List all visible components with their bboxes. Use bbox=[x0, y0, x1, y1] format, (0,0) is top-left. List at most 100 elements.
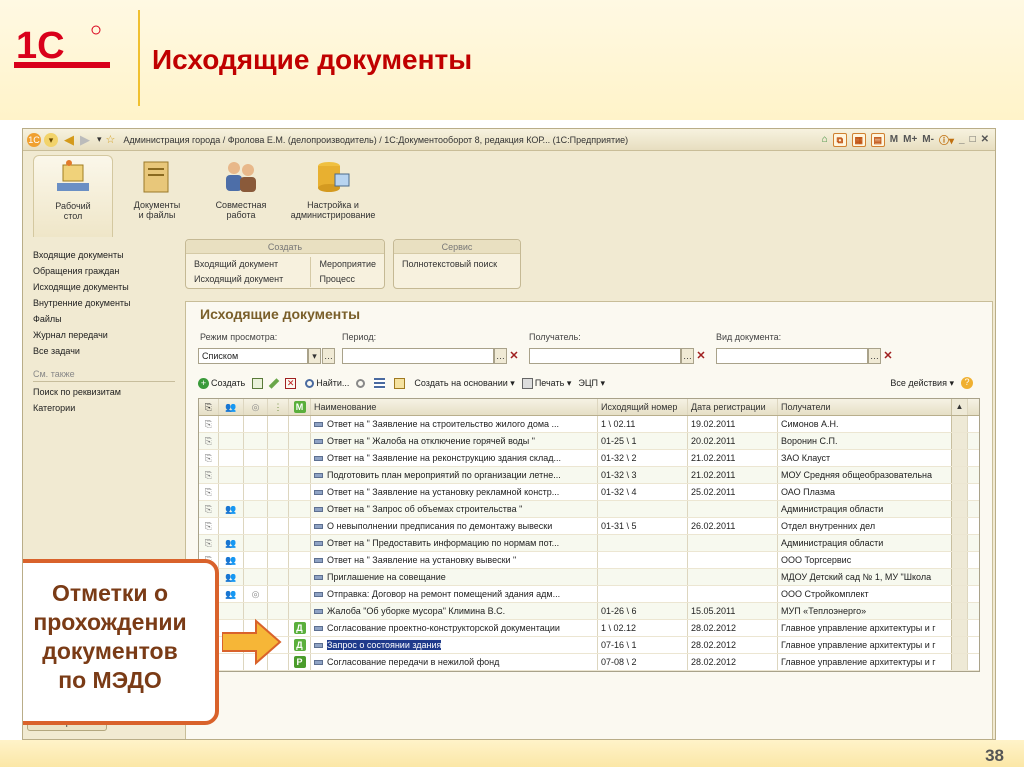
period-field[interactable] bbox=[342, 348, 494, 364]
main-menu-icon[interactable]: ▾ bbox=[44, 132, 58, 147]
help-icon[interactable]: ⓘ▾ bbox=[939, 132, 954, 147]
scrollbar-track[interactable] bbox=[951, 535, 968, 551]
recipient-clear-icon[interactable]: ✕ bbox=[695, 348, 707, 364]
table-row[interactable]: ⎘ Ответ на " Заявление на установку рекла… bbox=[199, 484, 979, 501]
all-actions-button[interactable]: Все действия ▾ bbox=[890, 378, 954, 389]
scrollbar-track[interactable] bbox=[951, 620, 968, 636]
period-more-button[interactable]: … bbox=[494, 348, 507, 364]
calculator-icon[interactable]: ▦ bbox=[851, 132, 866, 147]
table-row[interactable]: ⎘Жалоба "Об уборке мусора" Климина В.С.0… bbox=[199, 603, 979, 620]
scrollbar-track[interactable] bbox=[951, 569, 968, 585]
tree-column-icon[interactable]: ⋮ bbox=[268, 399, 289, 415]
view-mode-more-button[interactable]: … bbox=[322, 348, 335, 364]
doctype-more-button[interactable]: … bbox=[868, 348, 881, 364]
recipient-more-button[interactable]: … bbox=[681, 348, 694, 364]
nav-item-all-tasks[interactable]: Все задачи bbox=[33, 343, 175, 359]
ecp-button[interactable]: ЭЦП ▾ bbox=[578, 378, 605, 389]
nav-item-transfer-log[interactable]: Журнал передачи bbox=[33, 327, 175, 343]
create-event-link[interactable]: Мероприятие bbox=[319, 257, 376, 272]
scrollbar-track[interactable] bbox=[951, 450, 968, 466]
table-row[interactable]: ⎘ДЗапрос о состоянии здания07-16 \ 128.0… bbox=[199, 637, 979, 654]
scrollbar-track[interactable] bbox=[951, 501, 968, 517]
nav-item-citizens[interactable]: Обращения граждан bbox=[33, 263, 175, 279]
mail-button[interactable] bbox=[394, 377, 407, 389]
memory-m-button[interactable]: M bbox=[890, 134, 898, 145]
table-row[interactable]: ⎘ Ответ на " Жалоба на отключение горячей… bbox=[199, 433, 979, 450]
reg-date-column-header[interactable]: Дата регистрации bbox=[688, 399, 778, 415]
delete-button[interactable]: ✕ bbox=[285, 377, 298, 389]
memory-plus-button[interactable]: M+ bbox=[903, 134, 917, 145]
list-button[interactable] bbox=[374, 377, 387, 389]
table-row[interactable]: ⎘ Ответ на " Заявление на реконструкцию з… bbox=[199, 450, 979, 467]
section-admin[interactable]: Настройка и администрирование bbox=[285, 155, 381, 235]
edit-button[interactable] bbox=[268, 377, 280, 389]
table-row[interactable]: ⎘👥Приглашение на совещаниеМДОУ Детский с… bbox=[199, 569, 979, 586]
doctype-field[interactable] bbox=[716, 348, 868, 364]
scrollbar-track[interactable] bbox=[951, 484, 968, 500]
section-desktop[interactable]: Рабочий стол bbox=[33, 155, 113, 237]
out-number-column-header[interactable]: Исходящий номер bbox=[598, 399, 688, 415]
nav-item-search-requisites[interactable]: Поиск по реквизитам bbox=[33, 384, 175, 400]
copy-button[interactable] bbox=[252, 377, 265, 389]
find-button[interactable]: Найти... bbox=[305, 378, 349, 388]
nav-item-files[interactable]: Файлы bbox=[33, 311, 175, 327]
scrollbar-track[interactable] bbox=[951, 416, 968, 432]
forward-arrow-icon[interactable]: ▶ bbox=[80, 132, 90, 148]
create-button[interactable]: + Создать bbox=[198, 377, 245, 389]
table-row[interactable]: ⎘ Ответ на " Заявление на строительство ж… bbox=[199, 416, 979, 433]
create-outgoing-link[interactable]: Исходящий документ bbox=[194, 272, 310, 287]
memory-minus-button[interactable]: M- bbox=[922, 134, 934, 145]
create-incoming-link[interactable]: Входящий документ bbox=[194, 257, 310, 272]
scrollbar-track[interactable] bbox=[951, 518, 968, 534]
fulltext-search-link[interactable]: Полнотекстовый поиск bbox=[394, 254, 520, 275]
table-row[interactable]: ⎘ 👥 Ответ на " Предоставить информацию по … bbox=[199, 535, 979, 552]
cancel-search-button[interactable] bbox=[356, 378, 367, 388]
favorites-star-icon[interactable]: ☆ bbox=[106, 133, 116, 146]
table-row[interactable]: ⎘ДСогласование проектно-конструкторской … bbox=[199, 620, 979, 637]
nav-item-categories[interactable]: Категории bbox=[33, 400, 175, 416]
view-mode-select[interactable]: Списком bbox=[198, 348, 308, 364]
view-mode-dropdown-icon[interactable]: ▾ bbox=[308, 348, 321, 364]
table-row[interactable]: ⎘ Подготовить план мероприятий по организ… bbox=[199, 467, 979, 484]
calendar-icon[interactable]: ▤ bbox=[870, 132, 885, 147]
maximize-button[interactable]: □ bbox=[970, 134, 976, 145]
scrollbar-track[interactable] bbox=[951, 467, 968, 483]
table-row[interactable]: ⎘РСогласование передачи в нежилой фонд07… bbox=[199, 654, 979, 671]
section-collaboration[interactable]: Совместная работа bbox=[201, 155, 281, 235]
name-column-header[interactable]: Наименование bbox=[311, 399, 598, 415]
period-clear-icon[interactable]: ✕ bbox=[508, 348, 520, 364]
help-button[interactable]: ? bbox=[961, 377, 975, 389]
print-button[interactable]: Печать ▾ bbox=[521, 377, 571, 389]
create-based-button[interactable]: Создать на основании ▾ bbox=[414, 378, 514, 389]
copy-icon[interactable]: ⧉ bbox=[832, 132, 847, 147]
scrollbar-track[interactable] bbox=[951, 433, 968, 449]
close-button[interactable]: ✕ bbox=[981, 134, 989, 145]
history-dropdown-icon[interactable]: ▾ bbox=[97, 134, 102, 145]
table-row[interactable]: ⎘ 👥 Ответ на " Запрос об объемах строитель… bbox=[199, 501, 979, 518]
circle-column-icon[interactable]: ◎ bbox=[244, 399, 268, 415]
recipient-field[interactable] bbox=[529, 348, 681, 364]
m-column-header[interactable]: M bbox=[289, 399, 311, 415]
doctype-clear-icon[interactable]: ✕ bbox=[882, 348, 894, 364]
scrollbar-up-button[interactable]: ▲ bbox=[951, 399, 968, 415]
nav-item-incoming[interactable]: Входящие документы bbox=[33, 247, 175, 263]
minimize-button[interactable]: _ bbox=[959, 134, 965, 145]
scrollbar-track[interactable] bbox=[951, 654, 968, 670]
back-arrow-icon[interactable]: ◀ bbox=[64, 132, 74, 148]
nav-item-outgoing[interactable]: Исходящие документы bbox=[33, 279, 175, 295]
section-documents[interactable]: Документы и файлы bbox=[117, 155, 197, 235]
scrollbar-track[interactable] bbox=[951, 603, 968, 619]
recipients-column-header[interactable]: Получатели bbox=[778, 399, 951, 415]
nav-item-internal[interactable]: Внутренние документы bbox=[33, 295, 175, 311]
table-row[interactable]: ⎘👥◎Отправка: Договор на ремонт помещений… bbox=[199, 586, 979, 603]
create-process-link[interactable]: Процесс bbox=[319, 272, 376, 287]
scrollbar-track[interactable] bbox=[951, 586, 968, 602]
table-row[interactable]: ⎘👥Ответ на " Заявление на установку выве… bbox=[199, 552, 979, 569]
table-row[interactable]: ⎘ О невыполнении предписания по демонтажу… bbox=[199, 518, 979, 535]
home-icon[interactable]: ⌂ bbox=[822, 134, 828, 145]
app-menu-icon[interactable]: 1С bbox=[27, 132, 41, 147]
users-column-icon[interactable]: 👥 bbox=[219, 399, 244, 415]
attachment-column-icon[interactable]: ⎘ bbox=[199, 399, 219, 415]
scrollbar-track[interactable] bbox=[951, 552, 968, 568]
scrollbar-track[interactable] bbox=[951, 637, 968, 653]
